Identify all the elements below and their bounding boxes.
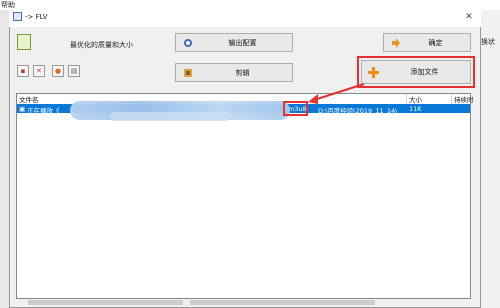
file-type-icon: ▣: [19, 105, 26, 113]
scrollbar-thumb[interactable]: [190, 300, 375, 305]
confirm-label: 确定: [428, 38, 443, 47]
settings-icon: [182, 37, 193, 48]
add-item-icon[interactable]: ▪: [17, 65, 29, 77]
dialog-titlebar: [9, 9, 481, 27]
redaction-blur: [110, 112, 230, 121]
output-settings-button[interactable]: 输出配置: [175, 33, 293, 52]
column-filename[interactable]: 文件名: [19, 94, 39, 104]
clip-icon: [182, 67, 193, 78]
confirm-button[interactable]: 确定: [383, 33, 471, 52]
dialog-title: -> FLV: [25, 13, 48, 21]
file-name-cell: 正在播放《: [27, 107, 60, 115]
annotation-box: [357, 56, 475, 88]
edit-button[interactable]: 剪辑: [175, 63, 293, 82]
remove-item-icon[interactable]: ✕: [33, 65, 45, 77]
app-icon: [13, 12, 22, 21]
list-view-icon[interactable]: ▤: [68, 65, 80, 77]
close-icon[interactable]: ✕: [463, 11, 475, 23]
column-duration[interactable]: 持续时: [454, 94, 474, 104]
file-size-cell: 11K: [409, 105, 422, 113]
edit-label: 剪辑: [235, 68, 250, 77]
file-list[interactable]: [16, 93, 471, 299]
column-size[interactable]: 大小: [409, 94, 422, 104]
column-divider[interactable]: [451, 94, 452, 104]
scrollbar-thumb[interactable]: [28, 300, 183, 305]
output-settings-label: 输出配置: [228, 38, 257, 47]
record-icon[interactable]: ●: [52, 65, 64, 77]
quality-label: 最优化的质量和大小: [70, 41, 133, 49]
annotation-arrow: [308, 83, 365, 104]
flv-format-icon: [17, 34, 31, 50]
column-divider[interactable]: [406, 94, 407, 104]
arrow-right-icon: [390, 37, 401, 48]
